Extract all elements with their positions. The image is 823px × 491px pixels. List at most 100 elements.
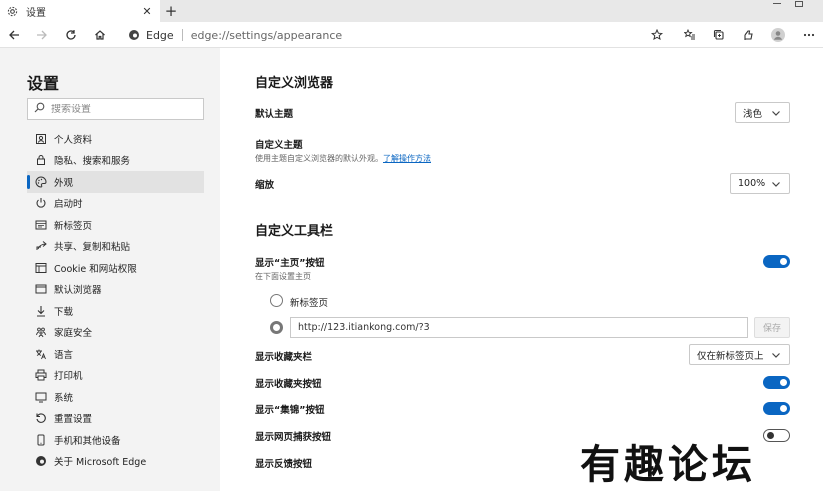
newtab-icon <box>35 219 47 231</box>
sidebar-item-label: 隐私、搜索和服务 <box>54 156 131 168</box>
favorites-bar-dropdown[interactable]: 仅在新标签页上 <box>689 344 790 365</box>
collections-button-label: 显示“集锦”按钮 <box>255 405 325 416</box>
power-icon <box>35 197 47 209</box>
tab-settings[interactable]: 设置 ✕ <box>0 0 160 22</box>
collections-icon[interactable] <box>710 26 728 44</box>
radio-newtab-label: 新标签页 <box>290 298 329 309</box>
default-theme-dropdown[interactable]: 浅色 <box>735 102 790 123</box>
favorites-bar-label: 显示收藏夹栏 <box>255 352 313 363</box>
sidebar-item-label: 打印机 <box>54 371 83 383</box>
printer-icon <box>35 369 47 381</box>
sidebar-item-system[interactable]: 系统 <box>27 386 204 408</box>
browser-toolbar: Edge edge://settings/appearance <box>0 22 823 48</box>
section-title-toolbar: 自定义工具栏 <box>255 224 334 239</box>
feedback-icon[interactable] <box>739 26 757 44</box>
custom-theme-label: 自定义主题 <box>255 140 303 151</box>
zoom-dropdown[interactable]: 100% <box>730 173 790 194</box>
sidebar-item-newtab[interactable]: 新标签页 <box>27 214 204 236</box>
home-icon[interactable] <box>91 26 109 44</box>
address-separator <box>181 29 183 41</box>
sidebar-item-label: 重置设置 <box>54 414 93 426</box>
sidebar-item-label: 系统 <box>54 392 74 404</box>
back-icon[interactable] <box>5 26 23 44</box>
site-name: Edge <box>146 28 174 42</box>
sidebar-item-label: 下载 <box>54 306 74 318</box>
maximize-icon[interactable] <box>792 0 806 8</box>
sidebar-item-printer[interactable]: 打印机 <box>27 365 204 387</box>
system-icon <box>35 391 47 403</box>
url-text[interactable]: edge://settings/appearance <box>191 29 342 42</box>
sidebar-item-power[interactable]: 启动时 <box>27 193 204 215</box>
sidebar-item-download[interactable]: 下载 <box>27 300 204 322</box>
favorites-icon[interactable] <box>681 26 699 44</box>
favorites-button-toggle[interactable] <box>763 376 790 389</box>
custom-theme-desc-text: 使用主题自定义浏览器的默认外观。 <box>255 154 383 163</box>
search-input[interactable] <box>51 103 191 115</box>
sidebar-item-reset[interactable]: 重置设置 <box>27 408 204 430</box>
download-icon <box>35 305 47 317</box>
sidebar-item-language[interactable]: 语言 <box>27 343 204 365</box>
lock-icon <box>35 154 47 166</box>
sidebar-item-family[interactable]: 家庭安全 <box>27 322 204 344</box>
sidebar-item-label: Cookie 和网站权限 <box>54 263 137 275</box>
tab-title: 设置 <box>26 7 46 19</box>
sidebar-item-lock[interactable]: 隐私、搜索和服务 <box>27 150 204 172</box>
palette-icon <box>35 176 47 188</box>
refresh-icon[interactable] <box>62 26 80 44</box>
profile-icon <box>35 133 47 145</box>
settings-main: 自定义浏览器 默认主题 浅色 自定义主题 使用主题自定义浏览器的默认外观。了解操… <box>220 48 823 491</box>
favorites-bar-value: 仅在新标签页上 <box>697 350 764 362</box>
sidebar-item-label: 启动时 <box>54 199 83 211</box>
sidebar-item-label: 新标签页 <box>54 220 93 232</box>
more-options-icon[interactable] <box>800 26 818 44</box>
language-icon <box>35 348 47 360</box>
sidebar-item-browser[interactable]: 默认浏览器 <box>27 279 204 301</box>
home-button-label: 显示“主页”按钮 <box>255 258 325 269</box>
home-url-input[interactable]: http://123.itiankong.com/?3 <box>290 317 748 338</box>
sidebar-item-palette[interactable]: 外观 <box>27 171 204 193</box>
reset-icon <box>35 412 47 424</box>
sidebar-item-share[interactable]: 共享、复制和粘贴 <box>27 236 204 258</box>
page-title: 设置 <box>27 74 60 93</box>
chevron-down-icon <box>772 111 780 116</box>
save-button[interactable]: 保存 <box>754 317 790 338</box>
sidebar-item-label: 手机和其他设备 <box>54 435 121 447</box>
avatar[interactable] <box>769 26 787 44</box>
sidebar-item-label: 外观 <box>54 177 74 189</box>
sidebar-item-label: 关于 Microsoft Edge <box>54 457 147 469</box>
settings-sidebar: 设置 个人资料隐私、搜索和服务外观启动时新标签页共享、复制和粘贴 Cookie 和… <box>0 48 220 491</box>
zoom-label: 缩放 <box>255 180 275 191</box>
home-button-toggle[interactable] <box>763 255 790 268</box>
sidebar-item-label: 语言 <box>54 349 74 361</box>
sidebar-item-cookie[interactable]: Cookie 和网站权限 <box>27 257 204 279</box>
sidebar-item-label: 家庭安全 <box>54 328 93 340</box>
sidebar-item-label: 个人资料 <box>54 134 93 146</box>
section-title-browser: 自定义浏览器 <box>255 76 334 91</box>
radio-newtab[interactable] <box>270 294 283 307</box>
zoom-value: 100% <box>738 178 766 189</box>
home-url-value: http://123.itiankong.com/?3 <box>298 322 430 333</box>
gear-icon <box>6 5 18 17</box>
collections-button-toggle[interactable] <box>763 402 790 415</box>
favorites-button-label: 显示收藏夹按钮 <box>255 379 322 390</box>
favorite-star-icon[interactable] <box>648 26 666 44</box>
sidebar-item-edge-logo[interactable]: 关于 Microsoft Edge <box>27 451 204 473</box>
share-icon <box>35 240 47 252</box>
web-capture-label: 显示网页捕获按钮 <box>255 432 332 443</box>
minimize-icon[interactable] <box>770 0 784 8</box>
default-theme-label: 默认主题 <box>255 109 294 120</box>
search-icon <box>34 102 45 116</box>
chevron-down-icon <box>772 353 780 358</box>
search-box[interactable] <box>27 98 204 120</box>
radio-custom-url[interactable] <box>270 321 283 334</box>
sidebar-item-phone[interactable]: 手机和其他设备 <box>27 429 204 451</box>
new-tab-button[interactable]: + <box>162 2 180 20</box>
address-bar[interactable]: Edge edge://settings/appearance <box>120 24 670 46</box>
tab-strip: 设置 ✕ + <box>0 0 823 22</box>
sidebar-nav: 个人资料隐私、搜索和服务 外观启动时新标签页共享、复制和粘贴 Cookie 和网站权… <box>27 128 204 472</box>
close-tab-icon[interactable]: ✕ <box>140 4 154 18</box>
sidebar-item-profile[interactable]: 个人资料 <box>27 128 204 150</box>
forward-icon[interactable] <box>33 26 51 44</box>
learn-how-link[interactable]: 了解操作方法 <box>383 154 431 163</box>
web-capture-toggle[interactable] <box>763 429 790 442</box>
